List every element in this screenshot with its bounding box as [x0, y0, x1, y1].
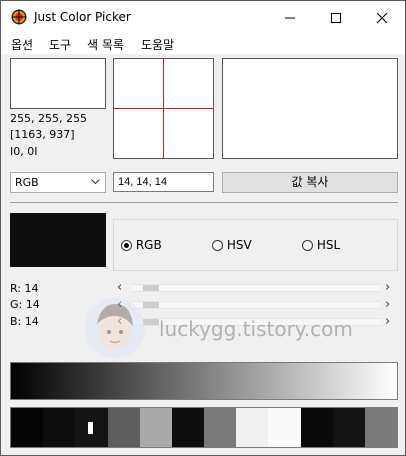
close-icon	[376, 12, 388, 23]
magnifier-view	[113, 58, 214, 159]
channel-slider-thumb[interactable]	[143, 285, 160, 291]
radio-checked-icon	[121, 240, 132, 251]
channel-slider-track[interactable]	[131, 301, 381, 309]
history-swatch[interactable]	[11, 408, 44, 447]
crosshair-horizontal	[114, 108, 213, 109]
color-history	[10, 407, 398, 448]
format-select[interactable]: RGB	[10, 172, 106, 193]
menu-item-tools[interactable]: 도구	[49, 36, 71, 53]
history-swatch[interactable]	[75, 408, 108, 447]
selected-marker-icon	[88, 422, 94, 434]
history-swatch[interactable]	[332, 408, 365, 447]
menu-item-color-list[interactable]: 색 목록	[87, 36, 124, 53]
copy-value-button[interactable]: 값 복사	[222, 172, 398, 193]
history-swatch[interactable]	[364, 408, 398, 447]
radio-unchecked-icon	[212, 240, 223, 251]
divider	[10, 202, 398, 203]
history-swatch[interactable]	[43, 408, 76, 447]
channel-g-label: G: 14	[10, 298, 40, 311]
watermark-text: luckygg.tistory.com	[159, 317, 353, 341]
slider-right-arrow-icon[interactable]: ›	[385, 314, 390, 329]
menu-item-help[interactable]: 도움말	[141, 36, 174, 53]
slider-right-arrow-icon[interactable]: ›	[385, 280, 390, 295]
history-swatch[interactable]	[268, 408, 301, 447]
minimize-icon	[285, 17, 295, 18]
color-picker-target-icon	[11, 9, 27, 25]
color-value-field[interactable]	[113, 172, 214, 192]
history-swatch[interactable]	[107, 408, 140, 447]
close-button[interactable]	[359, 1, 405, 34]
cursor-coordinates: [1163, 937]	[10, 128, 75, 141]
slider-right-arrow-icon[interactable]: ›	[385, 297, 390, 312]
channel-slider-track[interactable]	[131, 284, 381, 292]
chevron-down-icon	[91, 179, 100, 185]
channel-r-label: R: 14	[10, 282, 39, 295]
mode-label-hsv: HSV	[226, 238, 252, 252]
maximize-icon	[331, 12, 341, 23]
menu-bar: 옵션 도구 색 목록 도움말	[1, 34, 405, 54]
mode-radio-rgb[interactable]: RGB	[121, 238, 162, 252]
minimize-button[interactable]	[267, 1, 313, 34]
mode-radio-hsl[interactable]: HSL	[302, 238, 340, 252]
watermark-avatar-icon	[85, 298, 145, 358]
current-color-swatch	[10, 213, 106, 267]
brightness-gradient[interactable]	[10, 362, 398, 400]
history-swatch[interactable]	[300, 408, 333, 447]
channel-b-label: B: 14	[10, 315, 39, 328]
history-swatch[interactable]	[204, 408, 237, 447]
menu-item-options[interactable]: 옵션	[11, 36, 33, 53]
format-select-value: RGB	[15, 176, 39, 189]
mode-label-hsl: HSL	[316, 238, 341, 252]
color-preview-large	[222, 58, 398, 159]
cursor-offset: I0, 0I	[10, 145, 38, 158]
history-swatch[interactable]	[139, 408, 172, 447]
picked-color-preview	[10, 58, 106, 109]
radio-unchecked-icon	[302, 240, 313, 251]
mode-radio-hsv[interactable]: HSV	[212, 238, 252, 252]
slider-left-arrow-icon[interactable]: ‹	[117, 280, 122, 295]
maximize-button[interactable]	[313, 1, 359, 34]
title-bar[interactable]: Just Color Picker	[1, 1, 405, 34]
history-swatch[interactable]	[236, 408, 269, 447]
picked-rgb-text: 255, 255, 255	[10, 112, 87, 125]
history-swatch[interactable]	[171, 408, 205, 447]
window-title: Just Color Picker	[34, 10, 131, 24]
mode-label-rgb: RGB	[135, 238, 162, 252]
app-window: Just Color Picker 옵션 도구 색 목록 도움말 255, 25…	[0, 0, 406, 456]
